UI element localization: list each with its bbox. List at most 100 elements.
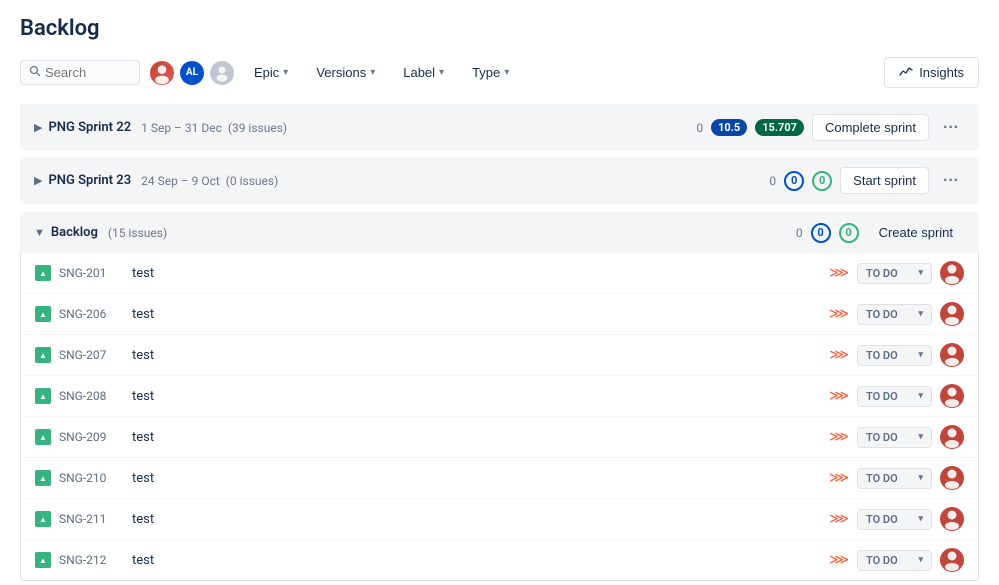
- backlog-meta: 0 0 0 Create sprint: [796, 220, 965, 245]
- search-icon: [29, 65, 41, 80]
- status-chevron-icon: ▾: [918, 350, 923, 360]
- status-badge[interactable]: TO DO ▾: [857, 427, 932, 448]
- avatar: [940, 507, 964, 531]
- issue-right: ⋙ TO DO ▾: [829, 425, 964, 449]
- issues-list: SNG-201 test ⋙ TO DO ▾ SNG-206 test ⋙ TO: [20, 253, 979, 581]
- issue-id: SNG-210: [59, 471, 124, 485]
- issue-id: SNG-208: [59, 389, 124, 403]
- issue-id: SNG-209: [59, 430, 124, 444]
- issue-name: test: [132, 430, 821, 445]
- table-row[interactable]: SNG-207 test ⋙ TO DO ▾: [21, 335, 978, 376]
- status-chevron-icon: ▾: [918, 309, 923, 319]
- issue-name: test: [132, 471, 821, 486]
- avatar-user2[interactable]: AL: [178, 59, 206, 87]
- status-chevron-icon: ▾: [918, 391, 923, 401]
- table-row[interactable]: SNG-211 test ⋙ TO DO ▾: [21, 499, 978, 540]
- sprint-22-badge1: 10.5: [711, 119, 747, 136]
- backlog-badge-blue: 0: [811, 223, 831, 243]
- issue-name: test: [132, 389, 821, 404]
- status-chevron-icon: ▾: [918, 473, 923, 483]
- backlog-chevron-icon: ▼: [34, 226, 45, 239]
- epic-filter[interactable]: Epic ▾: [244, 60, 298, 85]
- search-input[interactable]: [45, 65, 125, 80]
- status-badge[interactable]: TO DO ▾: [857, 550, 932, 571]
- avatar: [940, 384, 964, 408]
- sprint-22-section: ▶ PNG Sprint 22 1 Sep – 31 Dec (39 issue…: [20, 104, 979, 151]
- issue-right: ⋙ TO DO ▾: [829, 384, 964, 408]
- issue-right: ⋙ TO DO ▾: [829, 261, 964, 285]
- issue-id: SNG-206: [59, 307, 124, 321]
- issue-type-icon: [35, 388, 51, 404]
- avatar-user3[interactable]: [208, 59, 236, 87]
- page-title: Backlog: [20, 16, 979, 41]
- sprint-23-meta: 0 0 0 Start sprint ···: [769, 167, 965, 194]
- complete-sprint-button[interactable]: Complete sprint: [812, 114, 929, 141]
- sprint-22-header[interactable]: ▶ PNG Sprint 22 1 Sep – 31 Dec (39 issue…: [20, 104, 979, 151]
- status-badge[interactable]: TO DO ▾: [857, 468, 932, 489]
- status-badge[interactable]: TO DO ▾: [857, 263, 932, 284]
- sprint-23-chevron-icon: ▶: [34, 174, 42, 187]
- insights-icon: [899, 64, 913, 81]
- priority-icon: ⋙: [829, 347, 849, 363]
- issue-name: test: [132, 553, 821, 568]
- status-chevron-icon: ▾: [918, 555, 923, 565]
- status-badge[interactable]: TO DO ▾: [857, 345, 932, 366]
- status-badge[interactable]: TO DO ▾: [857, 304, 932, 325]
- issue-type-icon: [35, 265, 51, 281]
- issue-right: ⋙ TO DO ▾: [829, 302, 964, 326]
- issue-name: test: [132, 348, 821, 363]
- avatar: [940, 261, 964, 285]
- priority-icon: ⋙: [829, 511, 849, 527]
- sprint-22-chevron-icon: ▶: [34, 121, 42, 134]
- search-box[interactable]: [20, 60, 140, 85]
- table-row[interactable]: SNG-210 test ⋙ TO DO ▾: [21, 458, 978, 499]
- table-row[interactable]: SNG-208 test ⋙ TO DO ▾: [21, 376, 978, 417]
- status-badge[interactable]: TO DO ▾: [857, 386, 932, 407]
- issue-right: ⋙ TO DO ▾: [829, 466, 964, 490]
- label-chevron-icon: ▾: [439, 67, 444, 78]
- status-chevron-icon: ▾: [918, 268, 923, 278]
- issue-type-icon: [35, 306, 51, 322]
- sprint-22-badge2: 15.707: [755, 119, 804, 136]
- sprint-22-dates: 1 Sep – 31 Dec (39 issues): [141, 121, 287, 135]
- label-filter[interactable]: Label ▾: [393, 60, 454, 85]
- versions-filter[interactable]: Versions ▾: [306, 60, 385, 85]
- sprint-23-badge-blue: 0: [784, 171, 804, 191]
- status-badge[interactable]: TO DO ▾: [857, 509, 932, 530]
- sprint-23-dates: 24 Sep – 9 Oct (0 issues): [141, 174, 278, 188]
- sprint-23-zero: 0: [769, 174, 776, 188]
- table-row[interactable]: SNG-201 test ⋙ TO DO ▾: [21, 253, 978, 294]
- backlog-count: (15 issues): [108, 226, 167, 240]
- issue-name: test: [132, 307, 821, 322]
- sprint-23-more-button[interactable]: ···: [937, 168, 965, 194]
- issue-type-icon: [35, 429, 51, 445]
- type-filter[interactable]: Type ▾: [462, 60, 519, 85]
- avatar: [940, 302, 964, 326]
- insights-button[interactable]: Insights: [884, 57, 979, 88]
- issue-right: ⋙ TO DO ▾: [829, 548, 964, 572]
- type-chevron-icon: ▾: [504, 67, 509, 78]
- avatar: [940, 425, 964, 449]
- create-sprint-button[interactable]: Create sprint: [867, 220, 965, 245]
- avatar-user1[interactable]: [148, 59, 176, 87]
- table-row[interactable]: SNG-212 test ⋙ TO DO ▾: [21, 540, 978, 580]
- backlog-section: ▼ Backlog (15 issues) 0 0 0 Create sprin…: [20, 212, 979, 581]
- sprint-23-section: ▶ PNG Sprint 23 24 Sep – 9 Oct (0 issues…: [20, 157, 979, 204]
- issue-name: test: [132, 512, 821, 527]
- start-sprint-button[interactable]: Start sprint: [840, 167, 929, 194]
- sprint-22-zero: 0: [696, 121, 703, 135]
- issue-right: ⋙ TO DO ▾: [829, 343, 964, 367]
- priority-icon: ⋙: [829, 306, 849, 322]
- issue-type-icon: [35, 470, 51, 486]
- backlog-zero: 0: [796, 226, 803, 240]
- issue-id: SNG-207: [59, 348, 124, 362]
- priority-icon: ⋙: [829, 552, 849, 568]
- issue-name: test: [132, 266, 821, 281]
- sprint-22-more-button[interactable]: ···: [937, 115, 965, 141]
- backlog-header[interactable]: ▼ Backlog (15 issues) 0 0 0 Create sprin…: [20, 212, 979, 253]
- avatar: [940, 548, 964, 572]
- table-row[interactable]: SNG-206 test ⋙ TO DO ▾: [21, 294, 978, 335]
- sprint-23-header[interactable]: ▶ PNG Sprint 23 24 Sep – 9 Oct (0 issues…: [20, 157, 979, 204]
- table-row[interactable]: SNG-209 test ⋙ TO DO ▾: [21, 417, 978, 458]
- sprint-22-meta: 0 10.5 15.707 Complete sprint ···: [696, 114, 965, 141]
